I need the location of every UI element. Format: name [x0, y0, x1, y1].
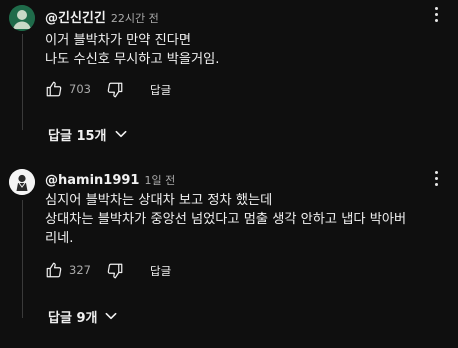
author-name[interactable]: @긴신긴긴 — [45, 7, 106, 26]
chevron-down-icon — [105, 312, 117, 320]
view-replies-button[interactable]: 답글 15개 — [48, 123, 129, 145]
comment-time[interactable]: 1일 전 — [144, 172, 175, 188]
avatar-icon — [9, 5, 35, 31]
comment-actions: 327 답글 — [45, 260, 245, 280]
thread-line — [22, 200, 23, 318]
reply-button[interactable]: 답글 — [150, 263, 171, 279]
reply-button[interactable]: 답글 — [150, 82, 171, 98]
comment-header: @긴신긴긴 22시간 전 — [45, 7, 159, 26]
comment-text: 심지어 블박차는 상대차 보고 정차 했는데 상대차는 블박차가 중앙선 넘었다… — [45, 191, 406, 248]
thread-line — [22, 34, 23, 130]
comment-line: 리네. — [45, 231, 74, 246]
like-count: 327 — [69, 263, 91, 277]
comment-actions: 703 답글 — [45, 79, 245, 99]
thumb-up-icon[interactable] — [45, 261, 63, 279]
chevron-down-icon — [115, 130, 126, 138]
comments-section: @긴신긴긴 22시간 전 이거 블박차가 만약 진다면 나도 수신호 무시하고 … — [0, 0, 458, 348]
thumb-up-icon[interactable] — [45, 80, 63, 98]
replies-label: 답글 15개 — [48, 128, 107, 144]
avatar[interactable] — [9, 169, 35, 195]
like-count: 703 — [69, 82, 91, 96]
view-replies-button[interactable]: 답글 9개 — [48, 305, 119, 327]
more-vert-icon[interactable] — [431, 6, 443, 24]
comment-thread: @긴신긴긴 22시간 전 이거 블박차가 만약 진다면 나도 수신호 무시하고 … — [0, 0, 458, 160]
thumb-down-icon[interactable] — [106, 262, 124, 280]
comment-header: @hamin1991 1일 전 — [45, 172, 175, 188]
replies-label: 답글 9개 — [48, 310, 98, 326]
more-vert-icon[interactable] — [431, 170, 443, 188]
thumb-down-icon[interactable] — [106, 81, 124, 99]
comment-thread: @hamin1991 1일 전 심지어 블박차는 상대차 보고 정차 했는데 상… — [0, 160, 458, 348]
comment-line: 이거 블박차가 만약 진다면 — [45, 33, 192, 48]
comment-line: 상대차는 블박차가 중앙선 넘었다고 멈출 생각 안하고 냅다 박아버 — [45, 212, 407, 227]
avatar-icon — [9, 169, 35, 195]
comment-text: 이거 블박차가 만약 진다면 나도 수신호 무시하고 박을거임. — [45, 31, 220, 69]
comment-time[interactable]: 22시간 전 — [111, 10, 159, 26]
comment-line: 심지어 블박차는 상대차 보고 정차 했는데 — [45, 193, 273, 208]
comment-line: 나도 수신호 무시하고 박을거임. — [45, 52, 220, 67]
author-name[interactable]: @hamin1991 — [45, 173, 139, 188]
avatar[interactable] — [9, 5, 35, 31]
